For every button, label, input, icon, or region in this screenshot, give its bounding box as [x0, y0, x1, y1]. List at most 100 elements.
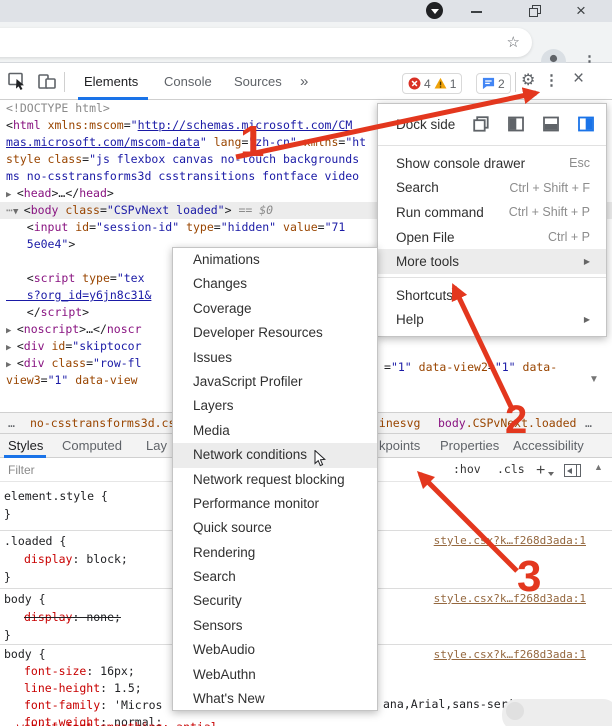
menu-item-show-console-drawer[interactable]: Show console drawerEsc	[378, 151, 606, 176]
menu-item-media[interactable]: Media	[173, 419, 377, 443]
menu-item-javascript-profiler[interactable]: JavaScript Profiler	[173, 370, 377, 394]
devtools-kebab-menu-icon[interactable]: ⋮	[544, 71, 559, 89]
code-segment: data-view2	[412, 360, 488, 374]
devtools-main-menu: Dock side Sh	[377, 103, 607, 337]
menu-item-open-file[interactable]: Open FileCtrl + P	[378, 225, 606, 250]
address-bar[interactable]: ☆	[0, 28, 532, 57]
tab-layout[interactable]: Lay	[146, 434, 167, 458]
tab-elements[interactable]: Elements	[84, 63, 138, 100]
code-segment: class	[45, 356, 87, 370]
message-bubble-icon	[482, 77, 495, 90]
menu-item-security[interactable]: Security	[173, 589, 377, 613]
stylesheet-link[interactable]: style.csx?k…f268d3ada:1	[434, 592, 586, 605]
styles-filter-input[interactable]	[8, 461, 178, 479]
close-window-button[interactable]: ×	[576, 0, 586, 22]
menu-item-more-tools[interactable]: More tools▶	[378, 249, 606, 274]
inspect-element-icon[interactable]	[7, 71, 27, 91]
code-segment: =	[41, 373, 48, 387]
tab-dom-breakpoints[interactable]: kpoints	[379, 434, 420, 458]
undock-icon[interactable]	[473, 116, 489, 132]
issues-badge-group[interactable]: 4 1	[402, 73, 462, 94]
menu-item-animations[interactable]: Animations	[173, 248, 377, 272]
menu-item-shortcuts[interactable]: Shortcuts	[378, 283, 606, 308]
devtools-close-icon[interactable]: ×	[573, 68, 584, 90]
code-segment: "zh-cn"	[248, 135, 296, 149]
menu-item-network-request-blocking[interactable]: Network request blocking	[173, 468, 377, 492]
stylesheet-link[interactable]: style.csx?k…f268d3ada:1	[434, 534, 586, 547]
device-toolbar-icon[interactable]	[37, 71, 57, 91]
tab-computed[interactable]: Computed	[62, 434, 122, 458]
dock-right-icon-selected[interactable]	[578, 116, 594, 132]
hover-state-toggle[interactable]: :hov	[453, 458, 481, 482]
code-segment: <	[6, 271, 34, 285]
submenu-items: AnimationsChangesCoverageDeveloper Resou…	[173, 248, 377, 711]
menu-item-what-s-new[interactable]: What's New	[173, 687, 377, 711]
menu-item-webauthn[interactable]: WebAuthn	[173, 663, 377, 687]
restore-button[interactable]	[529, 5, 541, 17]
breadcrumb-overflow-button[interactable]: …	[585, 413, 592, 433]
tab-console[interactable]: Console	[164, 63, 212, 100]
css-property: font-family	[24, 698, 100, 712]
dock-bottom-icon[interactable]	[543, 116, 559, 132]
minimize-button[interactable]	[471, 11, 482, 13]
breadcrumb-crumb[interactable]: linesvg	[372, 413, 420, 433]
menu-item-search[interactable]: Search	[173, 565, 377, 589]
new-rule-caret-icon	[548, 472, 554, 476]
menu-item-label: Security	[193, 593, 242, 608]
menu-item-run-command[interactable]: Run commandCtrl + Shift + P	[378, 200, 606, 225]
breadcrumb-crumb[interactable]: no-csstransforms3d.csst	[30, 413, 189, 433]
menu-item-rendering[interactable]: Rendering	[173, 541, 377, 565]
menu-item-help[interactable]: Help▶	[378, 308, 606, 333]
tab-sources[interactable]: Sources	[234, 63, 282, 100]
menu-item-label: Help	[396, 312, 584, 327]
breadcrumb-overflow-button[interactable]: …	[8, 413, 15, 433]
code-segment: noscr	[107, 322, 142, 336]
scroll-down-arrow-icon[interactable]: ▼	[589, 374, 599, 385]
menu-item-label: Search	[193, 569, 236, 584]
scroll-up-arrow-icon[interactable]: ▲	[594, 462, 603, 472]
menu-item-changes[interactable]: Changes	[173, 272, 377, 296]
code-segment: <	[6, 220, 34, 234]
menu-item-label: Media	[193, 423, 230, 438]
code-segment: 5e0e4"	[6, 237, 68, 251]
menu-item-webaudio[interactable]: WebAudio	[173, 638, 377, 662]
stylesheet-link[interactable]: style.csx?k…f268d3ada:1	[434, 648, 586, 661]
menu-item-developer-resources[interactable]: Developer Resources	[173, 321, 377, 345]
code-segment: <	[24, 203, 31, 217]
code-segment: =	[384, 360, 391, 374]
code-segment: lang	[207, 135, 242, 149]
gear-icon[interactable]: ⚙	[521, 70, 535, 90]
code-segment: ▶	[6, 326, 17, 336]
media-control-icon[interactable]	[426, 2, 443, 19]
tab-properties[interactable]: Properties	[440, 434, 499, 458]
devtools-toolbar: Elements Console Sources » 4 1 2	[0, 63, 612, 100]
menu-item-network-conditions[interactable]: Network conditions	[173, 443, 377, 467]
menu-item-label: More tools	[396, 254, 584, 269]
new-style-rule-button[interactable]: +	[536, 459, 545, 483]
menu-item-label: Rendering	[193, 545, 255, 560]
menu-item-sensors[interactable]: Sensors	[173, 614, 377, 638]
messages-badge-group[interactable]: 2	[476, 73, 511, 94]
class-toggle[interactable]: .cls	[497, 458, 525, 482]
crumb-tag: body	[438, 416, 466, 430]
code-segment: == $0	[238, 203, 273, 217]
tab-accessibility[interactable]: Accessibility	[513, 434, 584, 458]
menu-item-layers[interactable]: Layers	[173, 394, 377, 418]
breadcrumb-selected-crumb[interactable]: body.CSPvNext.loaded	[438, 413, 576, 433]
menu-item-search[interactable]: SearchCtrl + Shift + F	[378, 176, 606, 201]
menu-item-quick-source[interactable]: Quick source	[173, 516, 377, 540]
dock-side-row: Dock side	[378, 106, 606, 142]
code-segment: <!DOCTYPE html>	[6, 101, 110, 115]
code-segment: input	[34, 220, 69, 234]
code-segment: >…</	[51, 186, 79, 200]
menu-item-coverage[interactable]: Coverage	[173, 297, 377, 321]
toggle-sidebar-icon[interactable]	[564, 464, 581, 477]
more-tabs-chevron[interactable]: »	[300, 63, 308, 100]
menu-item-issues[interactable]: Issues	[173, 346, 377, 370]
dock-side-label: Dock side	[396, 117, 473, 132]
dock-left-icon[interactable]	[508, 116, 524, 132]
code-segment: view3	[6, 373, 41, 387]
bookmark-star-icon[interactable]: ☆	[507, 33, 520, 51]
menu-item-performance-monitor[interactable]: Performance monitor	[173, 492, 377, 516]
code-segment: =	[124, 118, 131, 132]
